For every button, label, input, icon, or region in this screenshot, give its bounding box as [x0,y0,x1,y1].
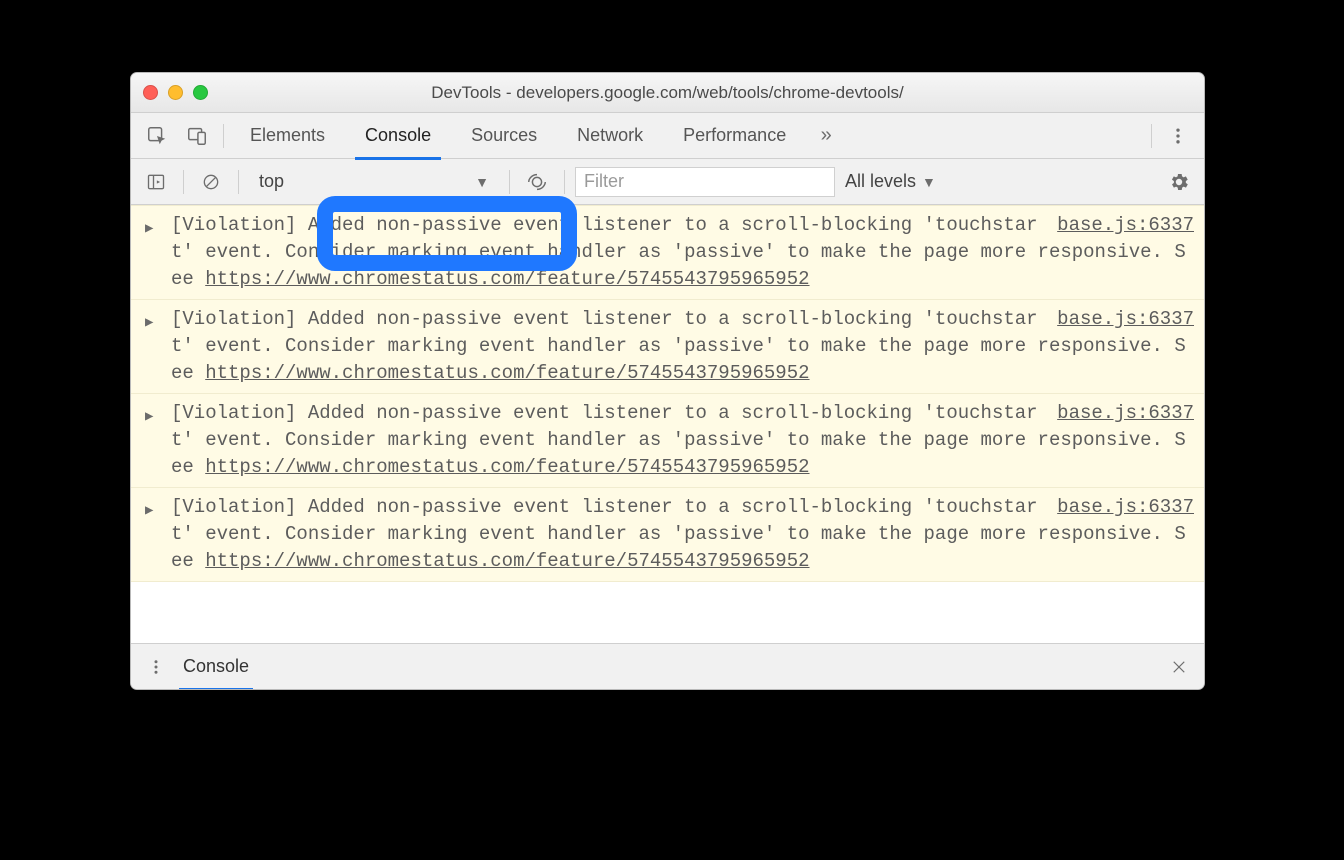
log-levels-selector[interactable]: All levels ▼ [845,171,936,192]
inspect-element-icon[interactable] [137,113,177,159]
device-toolbar-icon[interactable] [177,113,217,159]
panel-tabs: Elements Console Sources Network Performance… [131,113,1204,159]
console-settings-icon[interactable] [1162,165,1196,199]
tab-label: Network [577,125,643,146]
divider [223,124,224,148]
tab-console[interactable]: Console [345,113,451,159]
log-prefix: [Violation] [171,402,308,424]
close-window-button[interactable] [143,85,158,100]
log-link[interactable]: https://www.chromestatus.com/feature/574… [205,362,809,384]
console-row[interactable]: ▶base.js:6337[Violation] Added non-passi… [131,299,1204,394]
log-prefix: [Violation] [171,214,308,236]
disclosure-triangle-icon[interactable]: ▶ [145,498,153,525]
traffic-lights [143,85,208,100]
clear-console-icon[interactable] [194,165,228,199]
drawer-menu-icon[interactable] [139,650,173,684]
source-link[interactable]: base.js:6337 [1057,306,1194,333]
tab-label: Sources [471,125,537,146]
log-prefix: [Violation] [171,496,308,518]
source-link[interactable]: base.js:6337 [1057,212,1194,239]
window-title: DevTools - developers.google.com/web/too… [131,83,1204,103]
console-row[interactable]: ▶base.js:6337[Violation] Added non-passi… [131,205,1204,300]
drawer: Console [131,643,1204,689]
minimize-window-button[interactable] [168,85,183,100]
tab-sources[interactable]: Sources [451,113,557,159]
tab-elements[interactable]: Elements [230,113,345,159]
log-levels-label: All levels [845,171,916,192]
separator [238,170,239,194]
source-link[interactable]: base.js:6337 [1057,494,1194,521]
console-toolbar: top ▼ All levels ▼ [131,159,1204,205]
zoom-window-button[interactable] [193,85,208,100]
console-messages: ▶base.js:6337[Violation] Added non-passi… [131,205,1204,643]
console-row[interactable]: ▶base.js:6337[Violation] Added non-passi… [131,393,1204,488]
toggle-sidebar-icon[interactable] [139,165,173,199]
log-link[interactable]: https://www.chromestatus.com/feature/574… [205,268,809,290]
console-row[interactable]: ▶base.js:6337[Violation] Added non-passi… [131,487,1204,582]
titlebar: DevTools - developers.google.com/web/too… [131,73,1204,113]
context-selector[interactable]: top ▼ [249,167,499,197]
tab-performance[interactable]: Performance [663,113,806,159]
filter-input[interactable] [575,167,835,197]
tab-label: Performance [683,125,786,146]
tab-network[interactable]: Network [557,113,663,159]
separator [183,170,184,194]
log-link[interactable]: https://www.chromestatus.com/feature/574… [205,456,809,478]
close-drawer-icon[interactable] [1162,650,1196,684]
context-selector-value: top [259,171,284,192]
disclosure-triangle-icon[interactable]: ▶ [145,310,153,337]
tab-label: Elements [250,125,325,146]
tab-label: Console [365,125,431,146]
separator [564,170,565,194]
more-tabs-icon[interactable]: » [806,113,846,159]
devtools-window: DevTools - developers.google.com/web/too… [130,72,1205,690]
source-link[interactable]: base.js:6337 [1057,400,1194,427]
divider [1151,124,1152,148]
disclosure-triangle-icon[interactable]: ▶ [145,404,153,431]
kebab-menu-icon[interactable] [1158,113,1198,159]
separator [509,170,510,194]
disclosure-triangle-icon[interactable]: ▶ [145,216,153,243]
log-prefix: [Violation] [171,308,308,330]
chevron-down-icon: ▼ [922,174,936,190]
live-expression-icon[interactable] [520,165,554,199]
log-link[interactable]: https://www.chromestatus.com/feature/574… [205,550,809,572]
drawer-tab-console[interactable]: Console [173,644,259,690]
drawer-tab-label: Console [183,656,249,677]
chevron-down-icon: ▼ [475,174,489,190]
